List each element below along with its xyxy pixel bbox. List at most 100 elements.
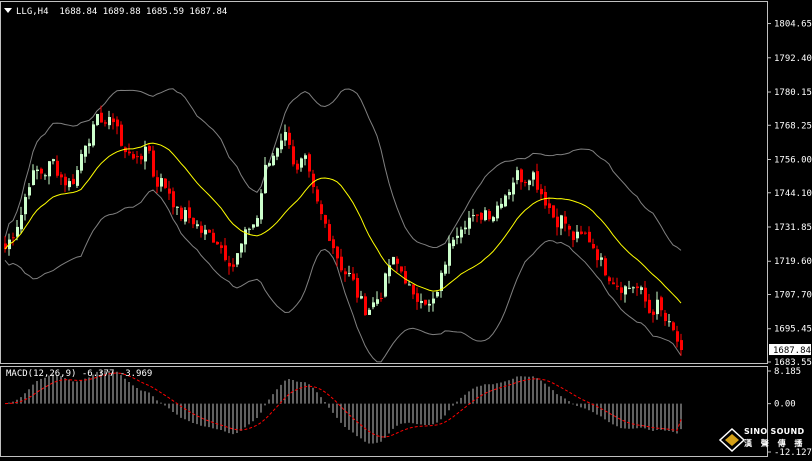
candle-bull[interactable] <box>560 215 563 229</box>
candle-bear[interactable] <box>156 177 159 187</box>
candle-bull[interactable] <box>472 215 475 217</box>
candle-bear[interactable] <box>652 311 655 315</box>
candle-bull[interactable] <box>88 143 91 147</box>
candle-bull[interactable] <box>196 224 199 227</box>
candle-bull[interactable] <box>492 217 495 222</box>
candle-bear[interactable] <box>172 191 175 208</box>
candle-bear[interactable] <box>12 237 15 239</box>
candle-bear[interactable] <box>316 189 319 202</box>
candle-bull[interactable] <box>272 155 275 166</box>
candle-bull[interactable] <box>204 229 207 235</box>
candle-bear[interactable] <box>56 160 59 176</box>
candle-bear[interactable] <box>596 249 599 261</box>
candle-bear[interactable] <box>340 256 343 271</box>
candle-bull[interactable] <box>360 296 363 299</box>
candle-bull[interactable] <box>32 170 35 186</box>
candle-bull[interactable] <box>384 273 387 297</box>
candle-bull[interactable] <box>468 217 471 229</box>
candle-bear[interactable] <box>636 286 639 289</box>
candle-bull[interactable] <box>640 287 643 290</box>
candle-bear[interactable] <box>136 156 139 158</box>
candle-bull[interactable] <box>656 299 659 315</box>
candle-bull[interactable] <box>256 218 259 227</box>
candle-bear[interactable] <box>200 225 203 233</box>
candle-bear[interactable] <box>312 173 315 188</box>
candle-bear[interactable] <box>292 146 295 165</box>
candle-bull[interactable] <box>96 114 99 126</box>
candle-bull[interactable] <box>408 284 411 286</box>
candle-bear[interactable] <box>520 169 523 183</box>
candle-bear[interactable] <box>152 150 155 177</box>
candle-bear[interactable] <box>580 231 583 234</box>
candle-bear[interactable] <box>524 181 527 183</box>
candle-bull[interactable] <box>44 175 47 177</box>
candle-bear[interactable] <box>380 297 383 299</box>
candle-bear[interactable] <box>320 204 323 215</box>
candle-bear[interactable] <box>564 216 567 224</box>
candle-bull[interactable] <box>464 227 467 230</box>
candle-bull[interactable] <box>436 292 439 297</box>
candle-bear[interactable] <box>680 340 683 351</box>
candle-bear[interactable] <box>480 212 483 220</box>
candle-bull[interactable] <box>252 224 255 228</box>
candle-bull[interactable] <box>504 195 507 207</box>
candle-bear[interactable] <box>568 225 571 230</box>
candle-bear[interactable] <box>60 174 63 178</box>
candle-bear[interactable] <box>400 266 403 272</box>
candle-bear[interactable] <box>404 271 407 284</box>
candle-bull[interactable] <box>248 228 251 230</box>
candle-bear[interactable] <box>424 299 427 305</box>
candle-bull[interactable] <box>20 215 23 230</box>
candle-bull[interactable] <box>512 182 515 195</box>
candle-bear[interactable] <box>308 154 311 172</box>
candle-bull[interactable] <box>36 169 39 172</box>
candle-bull[interactable] <box>448 243 451 266</box>
candle-bull[interactable] <box>516 170 519 181</box>
candle-bear[interactable] <box>168 188 171 194</box>
candle-bull[interactable] <box>428 303 431 306</box>
candle-bull[interactable] <box>348 272 351 274</box>
candle-bear[interactable] <box>344 271 347 275</box>
candle-bear[interactable] <box>396 258 399 264</box>
candle-bear[interactable] <box>148 146 151 151</box>
candle-bear[interactable] <box>552 205 555 218</box>
candle-bull[interactable] <box>376 299 379 304</box>
candle-bull[interactable] <box>432 298 435 304</box>
candle-bear[interactable] <box>488 211 491 220</box>
candle-bull[interactable] <box>368 309 371 315</box>
candle-bear[interactable] <box>620 287 623 293</box>
candle-bear[interactable] <box>664 312 667 322</box>
candle-bull[interactable] <box>496 205 499 219</box>
candle-bear[interactable] <box>100 112 103 123</box>
candle-bear[interactable] <box>352 273 355 280</box>
candle-bull[interactable] <box>268 163 271 166</box>
candle-bull[interactable] <box>160 178 163 187</box>
candle-bear[interactable] <box>132 154 135 159</box>
candle-bull[interactable] <box>144 146 147 162</box>
candle-bull[interactable] <box>528 180 531 185</box>
candle-bear[interactable] <box>104 122 107 124</box>
candle-bear[interactable] <box>296 163 299 170</box>
candle-bull[interactable] <box>280 140 283 150</box>
candle-bull[interactable] <box>260 193 263 220</box>
candle-bull[interactable] <box>284 132 287 141</box>
candle-bear[interactable] <box>676 331 679 342</box>
candle-bear[interactable] <box>332 239 335 249</box>
candle-bull[interactable] <box>624 286 627 295</box>
candle-bear[interactable] <box>648 299 651 313</box>
candle-bear[interactable] <box>128 151 131 154</box>
candle-bear[interactable] <box>584 232 587 234</box>
candle-bear[interactable] <box>556 216 559 228</box>
candle-bull[interactable] <box>244 229 247 245</box>
candle-bull[interactable] <box>444 264 447 274</box>
candle-bull[interactable] <box>184 210 187 222</box>
candle-bear[interactable] <box>140 155 143 160</box>
candle-bull[interactable] <box>48 161 51 177</box>
candle-bear[interactable] <box>212 232 215 243</box>
candle-bear[interactable] <box>416 293 419 302</box>
candle-bull[interactable] <box>628 287 631 289</box>
candle-bull[interactable] <box>108 117 111 126</box>
candle-bear[interactable] <box>572 231 575 241</box>
candle-bull[interactable] <box>632 287 635 289</box>
candle-bull[interactable] <box>508 192 511 196</box>
